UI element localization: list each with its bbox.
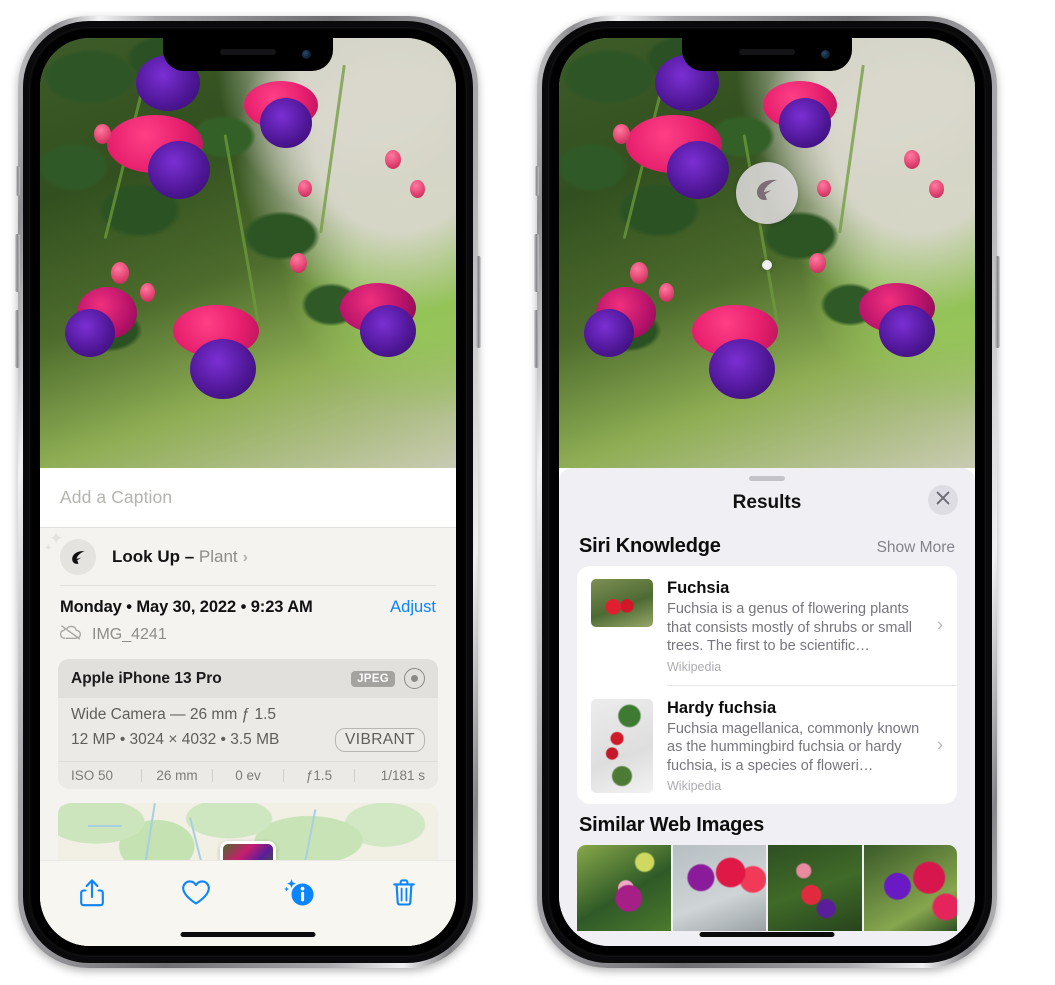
silence-switch[interactable] [16, 166, 20, 196]
result-source: Wikipedia [667, 779, 722, 794]
earpiece-speaker [739, 49, 795, 55]
metadata-date-row: Monday • May 30, 2022 • 9:23 AM Adjust [60, 598, 436, 617]
lens-line: Wide Camera — 26 mm ƒ 1.5 [71, 706, 277, 723]
capture-date: Monday • May 30, 2022 • 9:23 AM [60, 598, 313, 616]
volume-up-button[interactable] [15, 234, 20, 292]
info-sparkle-icon [283, 877, 317, 914]
camera-card-body: Wide Camera — 26 mm ƒ 1.5 12 MP • 3024 ×… [58, 698, 438, 761]
volume-up-button[interactable] [534, 234, 539, 292]
photo-viewer[interactable] [559, 38, 975, 468]
power-button[interactable] [995, 256, 1000, 348]
exif-iso: ISO 50 [71, 768, 114, 783]
show-more-button[interactable]: Show More [877, 539, 955, 557]
photo-info-panel: Add a Caption ✦ ✦ Look Up – Plant › Monda… [40, 468, 456, 946]
exif-focal: 26 mm [156, 768, 198, 783]
chevron-right-icon: › [937, 734, 943, 755]
file-name: IMG_4241 [92, 625, 167, 643]
exif-row: ISO 50 26 mm 0 ev ƒ1.5 1/181 s [58, 761, 438, 789]
result-title: Hardy fuchsia [667, 698, 777, 717]
home-indicator[interactable] [180, 932, 316, 937]
photo-viewer[interactable] [40, 38, 456, 468]
heart-icon [181, 879, 211, 911]
caption-placeholder[interactable]: Add a Caption [60, 487, 172, 508]
delete-button[interactable] [378, 875, 430, 915]
home-indicator[interactable] [699, 932, 835, 937]
front-camera [821, 50, 830, 59]
adjust-button[interactable]: Adjust [390, 598, 436, 617]
siri-knowledge-header: Siri Knowledge Show More [559, 525, 975, 566]
web-image-thumbnail[interactable] [577, 845, 671, 932]
divider [60, 585, 436, 586]
front-camera [302, 50, 311, 59]
screen-right: Results Siri Knowledge Show More Fuchsia… [559, 38, 975, 946]
silence-switch[interactable] [535, 166, 539, 196]
trash-icon [392, 878, 416, 913]
metadata-section: Monday • May 30, 2022 • 9:23 AM Adjust I… [40, 586, 456, 645]
close-x-icon [936, 491, 950, 510]
phone-right: Results Siri Knowledge Show More Fuchsia… [534, 16, 1000, 968]
exif-ev: 0 ev [235, 768, 261, 783]
size-line: 12 MP • 3024 × 4032 • 3.5 MB [71, 731, 280, 748]
info-button[interactable] [274, 875, 326, 915]
chevron-right-icon: › [242, 549, 248, 566]
camera-card-header: Apple iPhone 13 Pro JPEG [58, 659, 438, 698]
notch [163, 38, 333, 71]
camera-info-card: Apple iPhone 13 Pro JPEG Wide Camera — 2… [58, 659, 438, 789]
volume-down-button[interactable] [534, 310, 539, 368]
raw-circle-icon [404, 668, 425, 689]
result-source: Wikipedia [667, 659, 722, 674]
visual-lookup-badge[interactable] [736, 161, 798, 270]
power-button[interactable] [476, 256, 481, 348]
chevron-right-icon: › [937, 614, 943, 635]
result-thumbnail [591, 579, 653, 627]
size-line-row: 12 MP • 3024 × 4032 • 3.5 MB VIBRANT [71, 728, 425, 752]
notch [682, 38, 852, 71]
metadata-file-row: IMG_4241 [59, 624, 436, 645]
look-up-label: Look Up – Plant › [112, 547, 248, 567]
results-sheet: Results Siri Knowledge Show More Fuchsia… [559, 468, 975, 946]
look-up-subject: Plant [198, 547, 238, 566]
similar-web-images-grid [577, 845, 957, 932]
phone-left: Add a Caption ✦ ✦ Look Up – Plant › Monda… [15, 16, 481, 968]
result-description: Fuchsia magellanica, commonly known as t… [667, 720, 920, 774]
web-image-thumbnail[interactable] [768, 845, 862, 932]
list-item[interactable]: Hardy fuchsia Fuchsia magellanica, commo… [577, 686, 957, 805]
web-image-thumbnail[interactable] [863, 845, 957, 932]
cloud-slash-icon [59, 624, 82, 645]
exif-shutter: 1/181 s [380, 768, 425, 783]
camera-model: Apple iPhone 13 Pro [71, 669, 222, 687]
favorite-button[interactable] [170, 875, 222, 915]
siri-knowledge-title: Siri Knowledge [579, 535, 721, 557]
leaf-icon [752, 175, 782, 210]
share-icon [79, 878, 105, 913]
list-item[interactable]: Fuchsia Fuchsia is a genus of flowering … [577, 566, 957, 685]
photo-style-badge: VIBRANT [335, 728, 425, 752]
location-map[interactable] [58, 803, 438, 865]
sheet-title: Results [732, 492, 802, 513]
caption-field-row[interactable]: Add a Caption [40, 468, 456, 528]
screen-left: Add a Caption ✦ ✦ Look Up – Plant › Monda… [40, 38, 456, 946]
volume-down-button[interactable] [15, 310, 20, 368]
sparkle-small-icon: ✦ [44, 543, 53, 554]
look-up-prefix: Look Up – [112, 547, 199, 566]
badge-anchor-dot [762, 259, 772, 270]
similar-web-images-title: Similar Web Images [579, 814, 764, 837]
close-button[interactable] [928, 485, 958, 515]
sheet-header: Results [559, 481, 975, 525]
earpiece-speaker [220, 49, 276, 55]
look-up-row[interactable]: ✦ ✦ Look Up – Plant › [40, 528, 456, 586]
similar-web-images-header: Similar Web Images [559, 804, 975, 845]
result-description: Fuchsia is a genus of flowering plants t… [667, 600, 912, 655]
exif-aperture: ƒ1.5 [305, 768, 333, 783]
format-badge: JPEG [351, 670, 395, 687]
share-button[interactable] [66, 875, 118, 915]
result-thumbnail [591, 698, 653, 793]
web-image-thumbnail[interactable] [672, 845, 766, 932]
leaf-icon: ✦ ✦ [44, 530, 96, 575]
result-title: Fuchsia [667, 579, 730, 597]
siri-knowledge-card: Fuchsia Fuchsia is a genus of flowering … [577, 566, 957, 805]
